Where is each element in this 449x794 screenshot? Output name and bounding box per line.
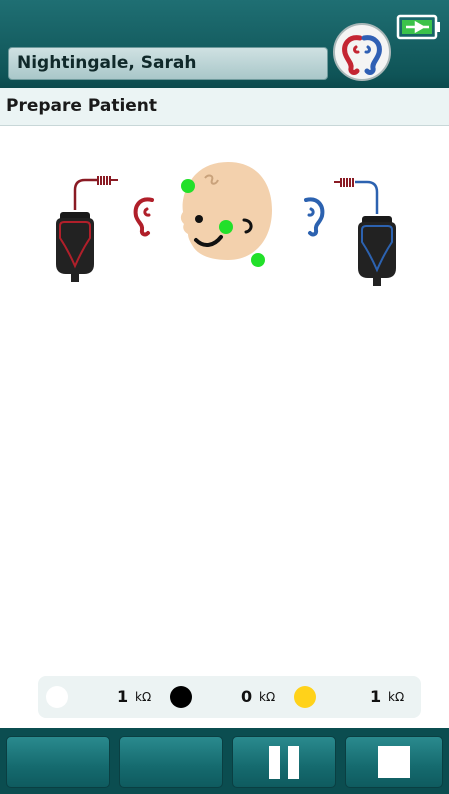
pause-icon: [269, 745, 299, 779]
black-electrode-impedance-unit: kΩ: [259, 690, 276, 704]
blank-button-1[interactable]: [6, 736, 110, 788]
stop-icon: [378, 746, 410, 778]
black-electrode-indicator: [170, 686, 192, 708]
electrode-neck-marker: [251, 253, 265, 267]
stop-button[interactable]: [345, 736, 443, 788]
right-ear-icon: [304, 197, 325, 237]
bottom-toolbar: [0, 728, 449, 794]
patient-electrode-diagram: [56, 162, 396, 286]
page-title: Prepare Patient: [0, 88, 449, 126]
pause-button[interactable]: [232, 736, 336, 788]
yellow-electrode-impedance-value: 1: [370, 687, 382, 706]
black-electrode-impedance-value: 0: [241, 687, 253, 706]
white-electrode-indicator: [46, 686, 68, 708]
electrode-forehead-marker: [181, 179, 195, 193]
left-transducer-icon: [56, 176, 118, 282]
battery-charging-icon: [396, 14, 440, 40]
electrode-cheek-marker: [219, 220, 233, 234]
white-electrode-impedance-unit: kΩ: [135, 690, 152, 704]
yellow-electrode-impedance-unit: kΩ: [388, 690, 405, 704]
patient-name-field[interactable]: Nightingale, Sarah: [8, 47, 328, 80]
blank-button-2[interactable]: [119, 736, 223, 788]
right-transducer-icon: [334, 178, 396, 286]
ear-logo-icon[interactable]: [331, 22, 393, 82]
app-header: Nightingale, Sarah: [0, 0, 449, 88]
yellow-electrode-indicator: [294, 686, 316, 708]
white-electrode-impedance-value: 1: [117, 687, 129, 706]
impedance-status-bar: 1 kΩ 0 kΩ 1 kΩ: [38, 676, 421, 718]
baby-head-icon: [180, 162, 272, 260]
left-ear-icon: [133, 197, 154, 237]
